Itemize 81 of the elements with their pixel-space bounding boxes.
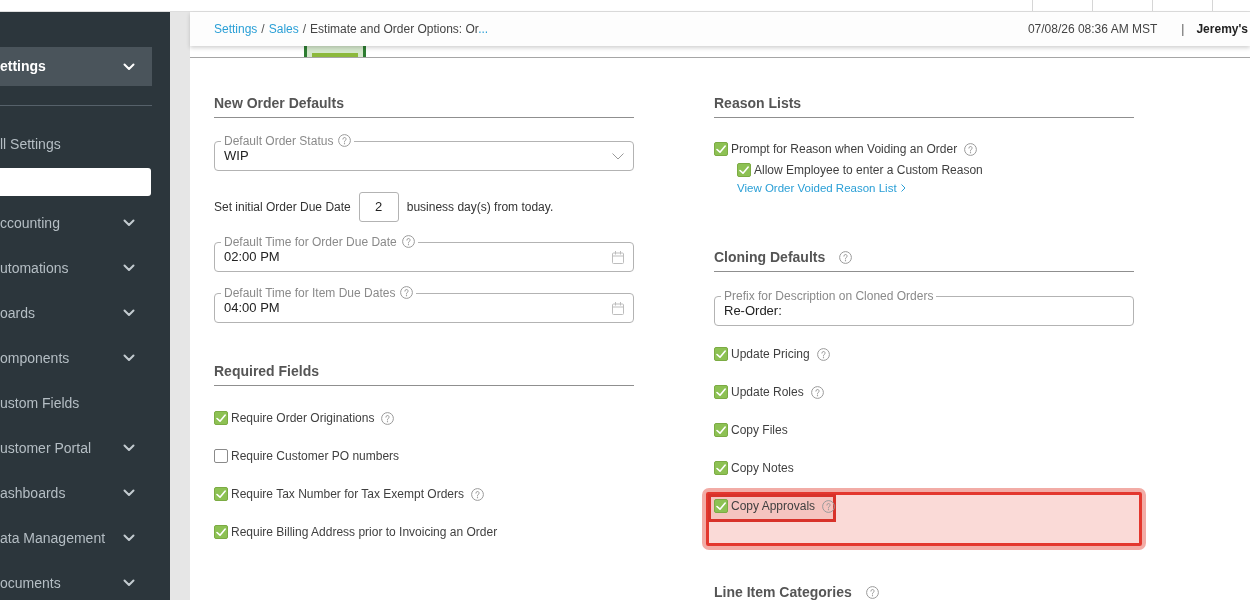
sidebar-item[interactable]: ata Management: [0, 523, 152, 553]
checkbox[interactable]: [214, 525, 228, 539]
checkbox-label[interactable]: Copy Files: [731, 423, 788, 437]
help-icon[interactable]: [401, 235, 415, 248]
checkbox[interactable]: [737, 163, 751, 177]
chevron-down-icon: [123, 219, 135, 227]
checkbox-label[interactable]: Require Customer PO numbers: [231, 449, 400, 463]
chevron-right-icon: [900, 184, 906, 192]
checkbox[interactable]: [214, 449, 228, 463]
sidebar-item[interactable]: utomations: [0, 253, 152, 283]
field-label: Prefix for Description on Cloned Orders: [724, 289, 934, 303]
time-field[interactable]: Default Time for Order Due Date 02:00 PM: [214, 235, 634, 272]
chevron-down-icon: [123, 309, 135, 317]
breadcrumb-separator: /: [261, 21, 265, 38]
help-icon[interactable]: [338, 134, 352, 147]
calendar-icon[interactable]: [612, 301, 624, 315]
checkbox-label[interactable]: Update Pricing: [731, 347, 810, 361]
checkbox-label[interactable]: Require Billing Address prior to Invoicing an Order: [231, 525, 498, 539]
date-time: 07/08/26 08:36 AM MST: [1027, 21, 1158, 38]
status-select[interactable]: Default Order Status WIP: [214, 134, 634, 171]
due-date-label: Set initial Order Due Date: [214, 199, 351, 216]
checkbox-label[interactable]: Copy Approvals: [731, 499, 816, 513]
prefix-field[interactable]: Prefix for Description on Cloned Orders Re-Order:: [714, 289, 1134, 326]
checkbox[interactable]: [714, 423, 728, 437]
chevron-down-icon: [123, 264, 135, 272]
help-icon[interactable]: [816, 347, 830, 361]
section-heading: Line Item Categories: [714, 584, 852, 600]
chevron-down-icon: [123, 579, 135, 587]
chevron-down-icon: [123, 444, 135, 452]
breadcrumb-separator: /: [302, 21, 307, 38]
help-icon[interactable]: [839, 250, 853, 264]
section-heading: Reason Lists: [714, 95, 802, 111]
help-icon[interactable]: [810, 385, 824, 399]
time-field[interactable]: Default Time for Item Due Dates 04:00 PM: [214, 286, 634, 323]
sidebar-item[interactable]: ccounting: [0, 208, 152, 238]
checkbox[interactable]: [714, 142, 728, 156]
chevron-down-icon: [123, 354, 135, 362]
sidebar-header[interactable]: ettings: [0, 47, 152, 86]
checkbox-label[interactable]: Require Order Originations: [231, 411, 375, 425]
checkbox-label[interactable]: Update Roles: [731, 385, 804, 399]
help-icon[interactable]: [381, 411, 395, 425]
checkbox[interactable]: [214, 411, 228, 425]
calendar-icon[interactable]: [612, 250, 624, 264]
checkbox-label[interactable]: Prompt for Reason when Voiding an Order: [731, 142, 958, 156]
field-label: Default Time for Item Due Dates: [224, 286, 396, 300]
help-icon[interactable]: [400, 286, 414, 299]
help-icon[interactable]: [471, 487, 484, 501]
help-icon[interactable]: [964, 142, 978, 156]
sidebar-item[interactable]: ustom Fields: [0, 388, 152, 418]
field-label: Default Time for Order Due Date: [224, 235, 397, 249]
section-heading: New Order Defaults: [214, 95, 344, 111]
checkbox-label[interactable]: Copy Notes: [731, 461, 794, 475]
checkbox-label[interactable]: Require Tax Number for Tax Exempt Orders: [231, 487, 464, 501]
tab-edge: [304, 46, 366, 57]
checkbox[interactable]: [214, 487, 228, 501]
breadcrumb-current: Estimate and Order Options: Or...: [310, 21, 489, 38]
help-icon[interactable]: [865, 585, 879, 599]
sidebar-item[interactable]: omponents: [0, 343, 152, 373]
chevron-down-icon[interactable]: [612, 152, 624, 160]
checkbox[interactable]: [714, 385, 728, 399]
sidebar-item[interactable]: ocuments: [0, 568, 152, 598]
checkbox[interactable]: [714, 347, 728, 361]
sidebar-item[interactable]: oards: [0, 298, 152, 328]
chevron-down-icon: [123, 489, 135, 497]
days-field[interactable]: 2: [358, 192, 399, 222]
due-date-suffix: business day(s) from today.: [406, 199, 554, 216]
checkbox[interactable]: [714, 461, 728, 475]
separator: |: [1181, 21, 1185, 38]
chevron-down-icon: [123, 534, 135, 542]
field-label: Default Order Status: [224, 134, 334, 148]
checkbox[interactable]: [714, 499, 728, 513]
section-heading: Cloning Defaults: [714, 249, 826, 265]
sidebar-item[interactable]: ashboards: [0, 478, 152, 508]
sidebar-item[interactable]: ustomer Portal: [0, 433, 152, 463]
section-heading: Required Fields: [214, 363, 320, 379]
checkbox-label[interactable]: Allow Employee to enter a Custom Reason: [754, 163, 983, 177]
chevron-down-icon: [123, 62, 135, 71]
search-field[interactable]: [0, 168, 151, 196]
all-settings-link[interactable]: ll Settings: [0, 135, 61, 153]
user-name: Jeremy's: [1196, 21, 1248, 38]
help-icon[interactable]: [822, 499, 836, 513]
